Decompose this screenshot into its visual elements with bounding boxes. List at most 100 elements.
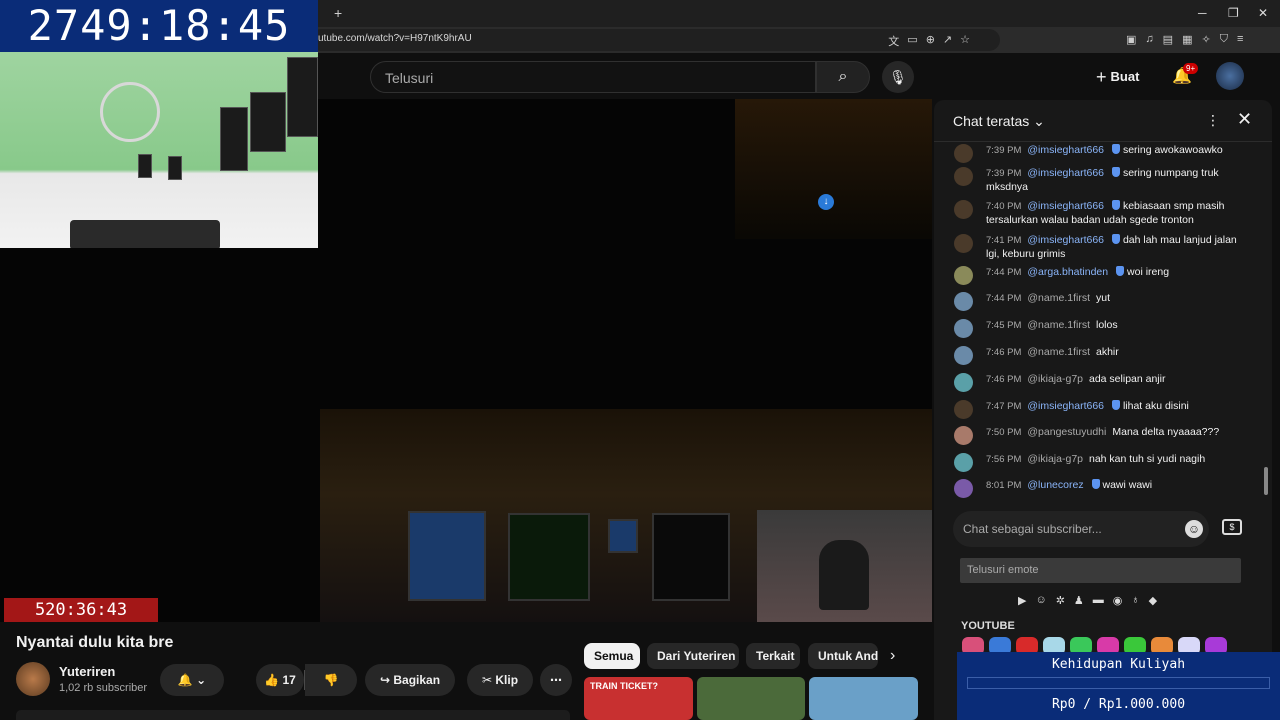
- chat-avatar[interactable]: [954, 167, 973, 186]
- chat-avatar[interactable]: [954, 319, 973, 338]
- bookmark-icon[interactable]: ☆: [960, 33, 970, 49]
- chat-message[interactable]: 7:47 PM @imsieghart666 lihat aku disini: [954, 400, 1250, 419]
- scroll-down-icon[interactable]: ↓: [818, 194, 834, 210]
- chat-message[interactable]: 7:45 PM @name.1first lolos: [954, 319, 1250, 338]
- clip-button[interactable]: ✂ Klip: [467, 664, 533, 696]
- chat-scrollbar[interactable]: [1264, 142, 1268, 506]
- chip-all[interactable]: Semua: [584, 643, 640, 669]
- chat-avatar[interactable]: [954, 373, 973, 392]
- subscribe-notification-button[interactable]: 🔔 ⌄: [160, 664, 224, 696]
- gear-emote-icon[interactable]: ✲: [1056, 594, 1065, 607]
- chat-author[interactable]: @imsieghart666: [1027, 144, 1104, 156]
- chat-author[interactable]: @name.1first: [1027, 319, 1090, 331]
- smiley-emote-icon[interactable]: ☺: [1035, 594, 1046, 607]
- people-emote-icon[interactable]: ♟: [1074, 594, 1084, 607]
- chat-avatar[interactable]: [954, 346, 973, 365]
- super-chat-icon[interactable]: $: [1222, 519, 1242, 535]
- chat-author[interactable]: @imsieghart666: [1027, 400, 1104, 412]
- chat-message-body: 7:50 PM @pangestuyudhi Mana delta nyaaaa??…: [986, 426, 1250, 440]
- new-tab-button[interactable]: +: [334, 5, 342, 21]
- chat-author[interactable]: @ikiaja-g7p: [1027, 453, 1083, 465]
- emoji-icon[interactable]: ☺: [1185, 520, 1203, 538]
- scrollbar-thumb[interactable]: [1264, 467, 1268, 495]
- chat-message[interactable]: 7:41 PM @imsieghart666 dah lah mau lanjud…: [954, 234, 1250, 261]
- search-button[interactable]: ⌕: [816, 61, 870, 93]
- omnibox[interactable]: utube.com/watch?v=H97ntK9hrAU 文 ▭ ⊕ ↗ ☆: [310, 29, 1000, 51]
- create-label: Buat: [1110, 69, 1140, 84]
- menu-icon[interactable]: ≡: [1237, 33, 1243, 46]
- chat-author[interactable]: @imsieghart666: [1027, 234, 1104, 246]
- dislike-button[interactable]: 👎: [305, 664, 357, 696]
- like-button[interactable]: 👍 17: [256, 664, 304, 696]
- cast-icon[interactable]: ▭: [907, 33, 917, 49]
- chip-for-you[interactable]: Untuk Anda: [808, 643, 878, 669]
- channel-avatar[interactable]: [16, 662, 50, 696]
- more-actions-button[interactable]: ⋯: [540, 664, 572, 696]
- sidebar-icon[interactable]: ▤: [1163, 33, 1173, 46]
- chat-author[interactable]: @pangestuyudhi: [1027, 426, 1106, 438]
- ai-icon[interactable]: ✧: [1201, 33, 1210, 46]
- account-avatar[interactable]: [1216, 62, 1244, 90]
- chat-message[interactable]: 7:39 PM @imsieghart666 sering numpang tru…: [954, 167, 1250, 194]
- chat-avatar[interactable]: [954, 292, 973, 311]
- chat-message[interactable]: 8:01 PM @lunecorez wawi wawi: [954, 479, 1250, 498]
- symbol-emote-icon[interactable]: ◆: [1149, 594, 1157, 607]
- chat-avatar[interactable]: [954, 453, 973, 472]
- thumbnail[interactable]: [697, 677, 805, 720]
- chat-author[interactable]: @arga.bhatinden: [1027, 266, 1108, 278]
- chat-message[interactable]: 7:44 PM @arga.bhatinden woi ireng: [954, 266, 1250, 285]
- wallet-icon[interactable]: ▦: [1182, 33, 1192, 46]
- channel-name[interactable]: Yuteriren: [59, 664, 115, 679]
- chat-message[interactable]: 7:46 PM @name.1first akhir: [954, 346, 1250, 365]
- chevron-right-icon[interactable]: ›: [890, 647, 895, 665]
- chat-message[interactable]: 7:44 PM @name.1first yut: [954, 292, 1250, 311]
- more-vert-icon[interactable]: ⋮: [1206, 112, 1220, 129]
- chat-message[interactable]: 7:56 PM @ikiaja-g7p nah kan tuh si yudi na…: [954, 453, 1250, 472]
- chat-message[interactable]: 7:40 PM @imsieghart666 kebiasaan smp masi…: [954, 200, 1250, 227]
- maximize-icon[interactable]: ❐: [1228, 6, 1239, 20]
- translate-icon[interactable]: 文: [888, 33, 899, 49]
- thumbnail[interactable]: [809, 677, 918, 720]
- thumbnail[interactable]: TRAIN TICKET?: [584, 677, 693, 720]
- chip-related[interactable]: Terkait: [746, 643, 800, 669]
- chat-avatar[interactable]: [954, 426, 973, 445]
- voice-search-button[interactable]: 🎙: [882, 61, 914, 93]
- chat-messages[interactable]: 7:39 PM @imsieghart666 sering awokawoawko…: [934, 142, 1264, 504]
- ball-emote-icon[interactable]: ◉: [1113, 594, 1123, 607]
- emote-search-input[interactable]: Telusuri emote: [960, 558, 1241, 583]
- youtube-emote-icon[interactable]: ▶: [1018, 594, 1026, 607]
- chat-mode-dropdown[interactable]: Chat teratas ⌄: [953, 113, 1045, 130]
- chat-author[interactable]: @imsieghart666: [1027, 167, 1104, 179]
- close-icon[interactable]: ✕: [1237, 109, 1252, 130]
- chat-avatar[interactable]: [954, 200, 973, 219]
- zoom-icon[interactable]: ⊕: [926, 33, 935, 49]
- chat-avatar[interactable]: [954, 234, 973, 253]
- chip-from-channel[interactable]: Dari Yuteriren: [647, 643, 739, 669]
- extension-icon[interactable]: ▣: [1126, 33, 1136, 46]
- chat-avatar[interactable]: [954, 144, 973, 163]
- media-icon[interactable]: ♫: [1145, 33, 1153, 46]
- chat-author[interactable]: @imsieghart666: [1027, 200, 1104, 212]
- chat-message[interactable]: 7:50 PM @pangestuyudhi Mana delta nyaaaa??…: [954, 426, 1250, 445]
- chat-input[interactable]: Chat sebagai subscriber... ☺: [953, 511, 1209, 547]
- chat-avatar[interactable]: [954, 266, 973, 285]
- description-box[interactable]: [16, 710, 570, 720]
- share-button[interactable]: ↪ Bagikan: [365, 664, 455, 696]
- vpn-icon[interactable]: ⛉: [1220, 33, 1228, 46]
- chat-author[interactable]: @name.1first: [1027, 346, 1090, 358]
- chat-author[interactable]: @lunecorez: [1027, 479, 1083, 491]
- chat-avatar[interactable]: [954, 400, 973, 419]
- create-button[interactable]: + Buat: [1096, 67, 1139, 88]
- search-input[interactable]: Telusuri: [370, 61, 816, 93]
- chat-author[interactable]: @name.1first: [1027, 292, 1090, 304]
- minimize-icon[interactable]: ─: [1198, 6, 1207, 20]
- notifications-button[interactable]: 🔔 9+: [1172, 63, 1199, 86]
- chat-message[interactable]: 7:46 PM @ikiaja-g7p ada selipan anjir: [954, 373, 1250, 392]
- car-emote-icon[interactable]: ▬: [1093, 594, 1104, 607]
- chat-author[interactable]: @ikiaja-g7p: [1027, 373, 1083, 385]
- chat-message[interactable]: 7:39 PM @imsieghart666 sering awokawoawko: [954, 144, 1250, 163]
- close-window-icon[interactable]: ✕: [1258, 6, 1268, 20]
- chat-avatar[interactable]: [954, 479, 973, 498]
- share-page-icon[interactable]: ↗: [943, 33, 952, 49]
- bulb-emote-icon[interactable]: ♁: [1131, 594, 1139, 607]
